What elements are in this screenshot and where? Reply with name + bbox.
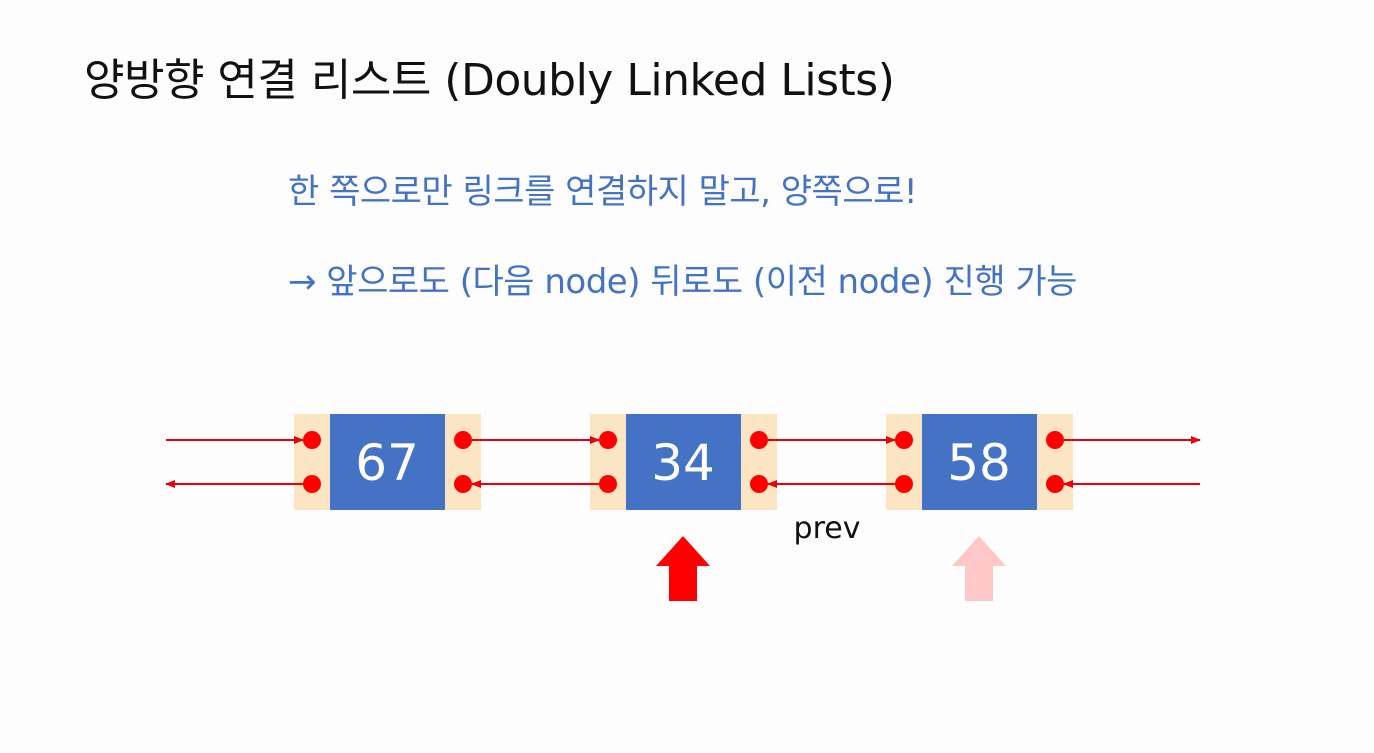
node-3-value: 58 [947, 434, 1011, 492]
list-node-3: 58 [886, 414, 1073, 510]
prev-pointer-label: prev [794, 511, 861, 546]
node-2-value: 34 [651, 434, 715, 492]
node-1-next-dot-top [454, 431, 472, 449]
node-2-next-dot-bottom [750, 475, 768, 493]
prev-pointer-arrow [952, 536, 1006, 601]
node-3-next-dot-top [1046, 431, 1064, 449]
node-2-next-dot-top [750, 431, 768, 449]
node-2-prev-pad [590, 414, 626, 510]
linked-list-diagram: 67 34 58 prev [165, 414, 1201, 601]
node-3-next-pad [1037, 414, 1073, 510]
node-3-next-dot-bottom [1046, 475, 1064, 493]
node-2-prev-dot-top [599, 431, 617, 449]
node-1-prev-pad [294, 414, 330, 510]
node-2-prev-dot-bottom [599, 475, 617, 493]
current-pointer-arrow [656, 536, 710, 601]
node-2-next-pad [741, 414, 777, 510]
node-3-prev-pad [886, 414, 922, 510]
node-3-prev-dot-bottom [895, 475, 913, 493]
node-3-prev-dot-top [895, 431, 913, 449]
node-1-value: 67 [355, 434, 419, 492]
node-1-next-pad [445, 414, 481, 510]
node-1-prev-dot-top [303, 431, 321, 449]
node-1-next-dot-bottom [454, 475, 472, 493]
node-1-prev-dot-bottom [303, 475, 321, 493]
list-node-2: 34 [590, 414, 777, 510]
list-node-1: 67 [294, 414, 481, 510]
